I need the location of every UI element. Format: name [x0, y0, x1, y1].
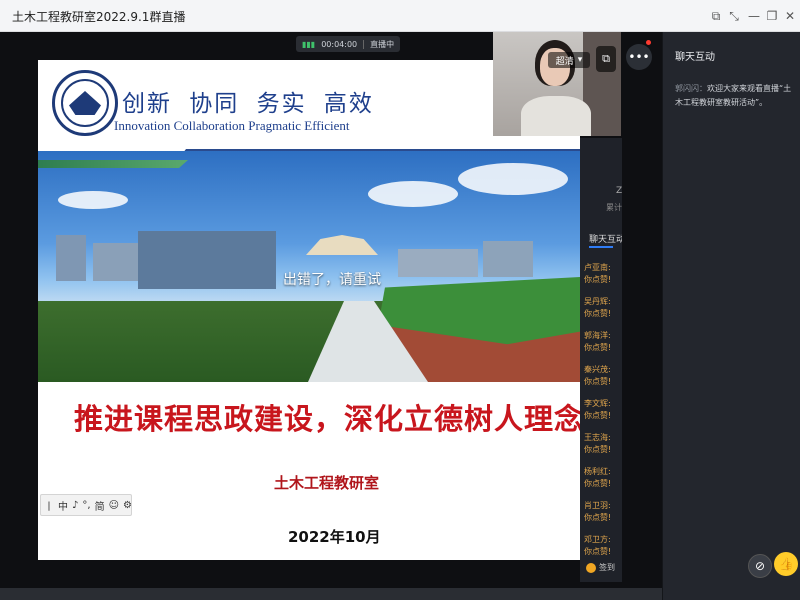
- ime-punctuation-toggle[interactable]: °,: [82, 500, 90, 511]
- chat-text: 你点赞!: [584, 411, 612, 420]
- stadium-canopy: [306, 235, 378, 255]
- ime-simplified-toggle[interactable]: 简: [95, 498, 105, 513]
- chat-text: 你点赞!: [584, 445, 612, 454]
- bottom-control-strip: [0, 588, 662, 600]
- chat-text: 你点赞!: [584, 479, 612, 488]
- motto-english: Innovation Collaboration Pragmatic Effic…: [114, 118, 350, 133]
- error-overlay: 出错了，请重试: [283, 272, 381, 288]
- divider: [363, 39, 365, 49]
- slide-date: 2022年10月: [288, 528, 381, 546]
- campus-photo: 出错了，请重试: [38, 151, 580, 382]
- title-bar: 土木工程教研室2022.9.1群直播 ⧉ ⤡ — ❐ ✕: [0, 0, 800, 32]
- popout-icon[interactable]: ⧉: [596, 46, 616, 72]
- quality-label: 超清: [555, 56, 574, 67]
- chevron-down-icon: ▾: [577, 55, 583, 65]
- ime-moon-icon[interactable]: ♪: [72, 500, 78, 511]
- live-status-pill: ▮▮▮ 00:04:00 直播中: [296, 36, 401, 52]
- chat-text: 你点赞!: [584, 343, 612, 352]
- quality-selector[interactable]: 超清 ▾: [548, 52, 590, 68]
- minimize-icon[interactable]: —: [744, 6, 764, 26]
- chat-message: 郭闪闪：欢迎大家来观看直播“土木工程教研室教研活动”。: [675, 82, 795, 110]
- chat-message: 郭海洋: 你点赞!: [584, 330, 622, 364]
- university-logo: [52, 70, 118, 136]
- notification-dot: [646, 40, 651, 45]
- organization-name: 土木工程教研室: [274, 474, 380, 492]
- building: [56, 235, 86, 281]
- more-options-icon[interactable]: •••: [626, 44, 652, 70]
- chat-text: 你点赞!: [584, 547, 612, 556]
- building: [483, 241, 533, 277]
- tab-chat[interactable]: 聊天互动: [589, 232, 622, 245]
- live-status: 直播中: [370, 39, 395, 49]
- chat-message: 李文辉: 你点赞!: [584, 398, 622, 432]
- chat-author: 杨利红:: [584, 467, 611, 476]
- ime-settings-icon[interactable]: ⚙: [123, 500, 132, 511]
- cloud: [58, 191, 128, 209]
- building: [398, 249, 478, 277]
- signin-button[interactable]: 签到: [586, 562, 615, 573]
- chat-message: 秦兴茂: 你点赞!: [584, 364, 622, 398]
- library-building: [138, 231, 276, 289]
- coin-icon: [586, 562, 596, 573]
- live-timer: 00:04:00: [321, 39, 358, 49]
- expand-icon[interactable]: ⤡: [724, 6, 744, 26]
- restore-icon[interactable]: ❐: [762, 6, 782, 26]
- chat-message: 王志海: 你点赞!: [584, 432, 622, 466]
- ime-language-toggle[interactable]: 中: [58, 498, 68, 513]
- embedded-chat-panel: Z 累计观 聊天互动 卢亚南: 你点赞! 吴丹辉: 你点赞! 郭海洋: 你点赞! 秦兴…: [580, 138, 622, 582]
- chat-author: 郭闪闪：: [675, 84, 707, 93]
- share-link-icon[interactable]: ⊘: [748, 554, 772, 578]
- chat-author: 秦兴茂:: [584, 365, 611, 374]
- cloud: [458, 163, 568, 195]
- chat-message: 卢亚南: 你点赞!: [584, 262, 622, 296]
- viewer-initial: Z: [616, 186, 622, 196]
- chat-heading: 聊天互动: [675, 52, 715, 63]
- decorative-green-band: [38, 160, 188, 168]
- presenter-body: [521, 96, 591, 136]
- signal-icon: ▮▮▮: [302, 39, 316, 49]
- live-window: 土木工程教研室2022.9.1群直播 ⧉ ⤡ — ❐ ✕ ▮▮▮ 00:04:0…: [0, 0, 800, 600]
- chat-sidebar: 聊天互动 郭闪闪：欢迎大家来观看直播“土木工程教研室教研活动”。: [662, 32, 800, 600]
- chat-author: 邓卫方:: [584, 535, 611, 544]
- ime-emoji-icon[interactable]: ☺: [109, 500, 119, 511]
- chat-author: 王志海:: [584, 433, 611, 442]
- chat-text: 你点赞!: [584, 377, 612, 386]
- chat-author: 吴丹辉:: [584, 297, 611, 306]
- chat-text: 你点赞!: [584, 309, 612, 318]
- chat-author: 肖卫羽:: [584, 501, 611, 510]
- chat-message: 肖卫羽: 你点赞!: [584, 500, 622, 534]
- chat-message: 杨利红: 你点赞!: [584, 466, 622, 500]
- close-icon[interactable]: ✕: [780, 6, 800, 26]
- chat-text: 你点赞!: [584, 513, 612, 522]
- embedded-chat-messages: 卢亚南: 你点赞! 吴丹辉: 你点赞! 郭海洋: 你点赞! 秦兴茂: 你点赞! 李文辉:…: [584, 262, 622, 568]
- cloud: [368, 181, 458, 207]
- chat-author: 李文辉:: [584, 399, 611, 408]
- window-title: 土木工程教研室2022.9.1群直播: [12, 10, 186, 24]
- chat-message: 吴丹辉: 你点赞!: [584, 296, 622, 330]
- ime-handle[interactable]: 丨: [44, 498, 54, 513]
- slide-title: 推进课程思政建设，深化立德树人理念: [74, 402, 580, 436]
- chat-author: 卢亚南:: [584, 263, 611, 272]
- pin-icon[interactable]: ⧉: [706, 6, 726, 26]
- motto-chinese: 创新 协同 务实 高效: [122, 91, 374, 117]
- building: [93, 243, 141, 281]
- tab-underline: [589, 246, 613, 248]
- chat-text: 你点赞!: [584, 275, 612, 284]
- input-method-toolbar[interactable]: 丨 中 ♪ °, 简 ☺ ⚙: [40, 494, 132, 516]
- chat-author: 郭海洋:: [584, 331, 611, 340]
- viewer-count-label: 累计观: [606, 203, 622, 212]
- signin-label: 签到: [599, 563, 615, 572]
- thumbs-up-icon[interactable]: 👍: [774, 552, 798, 576]
